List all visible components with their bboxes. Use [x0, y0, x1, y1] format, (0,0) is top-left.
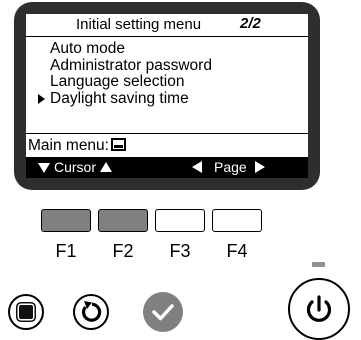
settings-menu-list: Auto mode Administrator password Languag… [38, 40, 212, 108]
page-label: Page [214, 159, 247, 175]
cursor-label: Cursor [54, 159, 97, 175]
return-button[interactable] [73, 294, 109, 330]
menu-item-label: Language selection [50, 73, 185, 90]
menu-item-language-selection[interactable]: Language selection [38, 73, 212, 91]
menu-button-icon [110, 138, 126, 151]
page-indicator: 2/2 [240, 15, 261, 32]
main-menu-hint: Main menu: [28, 137, 126, 155]
divider [26, 133, 308, 134]
f3-label: F3 [169, 241, 191, 261]
softkey-bar: Cursor Page [26, 157, 308, 178]
power-icon [306, 295, 332, 322]
menu-item-label: Administrator password [50, 56, 212, 74]
menu-item-label: Daylight saving time [50, 89, 189, 107]
menu-item-label: Auto mode [50, 40, 125, 57]
f1-label: F1 [55, 241, 77, 261]
page-next-icon [254, 161, 265, 173]
checkmark-icon [152, 304, 174, 321]
title-bar: Initial setting menu 2/2 [26, 14, 308, 37]
selection-pointer-icon [38, 93, 45, 104]
menu-icon [19, 305, 33, 319]
f4-key[interactable] [212, 209, 262, 232]
f1-key[interactable] [41, 209, 91, 232]
f4-label: F4 [226, 241, 248, 261]
main-menu-label: Main menu: [28, 137, 109, 154]
cursor-softkey: Cursor [38, 159, 113, 175]
power-indicator-led [312, 262, 325, 267]
menu-item-auto-mode[interactable]: Auto mode [38, 40, 212, 58]
cursor-down-icon [38, 163, 50, 173]
menu-button[interactable] [8, 294, 44, 330]
f2-label: F2 [112, 241, 134, 261]
screen-title: Initial setting menu [76, 16, 202, 33]
power-button[interactable] [288, 278, 350, 340]
menu-item-daylight-saving-time[interactable]: Daylight saving time [38, 89, 212, 108]
display-bezel: Initial setting menu 2/2 Auto mode Admin… [14, 2, 320, 190]
f2-key[interactable] [98, 209, 148, 232]
return-icon [82, 301, 102, 322]
menu-item-administrator-password[interactable]: Administrator password [38, 56, 212, 75]
page-softkey: Page [192, 159, 265, 175]
page-prev-icon [192, 161, 202, 173]
f3-key[interactable] [155, 209, 205, 232]
select-button[interactable] [143, 292, 183, 332]
lcd-screen: Initial setting menu 2/2 Auto mode Admin… [26, 14, 308, 178]
cursor-up-icon [100, 162, 113, 172]
